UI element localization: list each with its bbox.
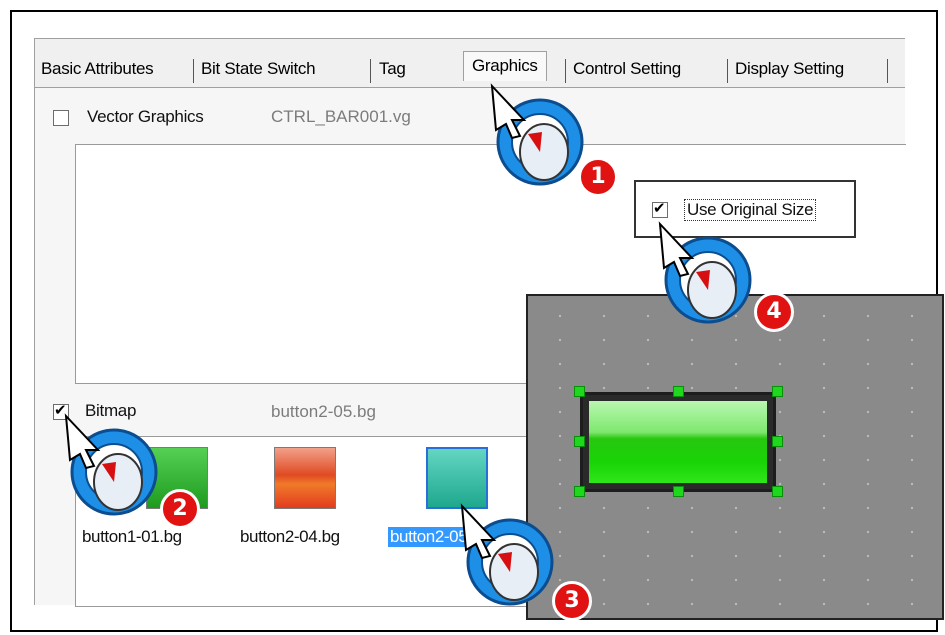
step-badge: 2 <box>160 489 200 529</box>
tab-graphics[interactable]: Graphics <box>463 51 547 81</box>
resize-handle[interactable] <box>772 386 783 397</box>
resize-handle[interactable] <box>574 486 585 497</box>
thumbnail-label[interactable]: button1-01.bg <box>82 527 182 547</box>
tab-separator <box>370 59 371 83</box>
tab-separator <box>193 59 194 83</box>
tab-separator <box>727 59 728 83</box>
mouse-click-icon <box>658 221 752 324</box>
mouse-click-icon <box>460 503 554 606</box>
step-badge: 1 <box>578 157 618 197</box>
resize-handle[interactable] <box>673 486 684 497</box>
tab-bit-state-switch[interactable]: Bit State Switch <box>201 59 316 79</box>
resize-handle[interactable] <box>772 436 783 447</box>
thumbnail-button2-04[interactable] <box>274 447 336 509</box>
step-badge: 4 <box>754 292 794 332</box>
mouse-click-icon <box>64 413 158 516</box>
tab-display-setting[interactable]: Display Setting <box>735 59 844 79</box>
resize-handle[interactable] <box>574 436 585 447</box>
vector-graphics-label: Vector Graphics <box>87 107 204 126</box>
use-original-size-checkbox[interactable] <box>652 199 668 218</box>
vector-graphics-file: CTRL_BAR001.vg <box>271 107 411 126</box>
tab-basic-attributes[interactable]: Basic Attributes <box>41 59 154 79</box>
resize-handle[interactable] <box>772 486 783 497</box>
resize-handle[interactable] <box>673 386 684 397</box>
canvas-preview <box>526 294 944 620</box>
bitmap-file: button2-05.bg <box>271 402 376 421</box>
tab-control-setting[interactable]: Control Setting <box>573 59 681 79</box>
thumbnail-label[interactable]: button2-04.bg <box>240 527 340 547</box>
step-badge: 3 <box>552 581 592 621</box>
tab-tag[interactable]: Tag <box>379 59 406 79</box>
tab-separator <box>887 59 888 83</box>
vector-graphics-checkbox[interactable] <box>53 110 69 126</box>
button-face <box>589 401 767 483</box>
tab-bar: Basic Attributes Bit State Switch Tag Gr… <box>35 51 905 88</box>
resize-handle[interactable] <box>574 386 585 397</box>
green-button-object[interactable] <box>580 392 776 492</box>
